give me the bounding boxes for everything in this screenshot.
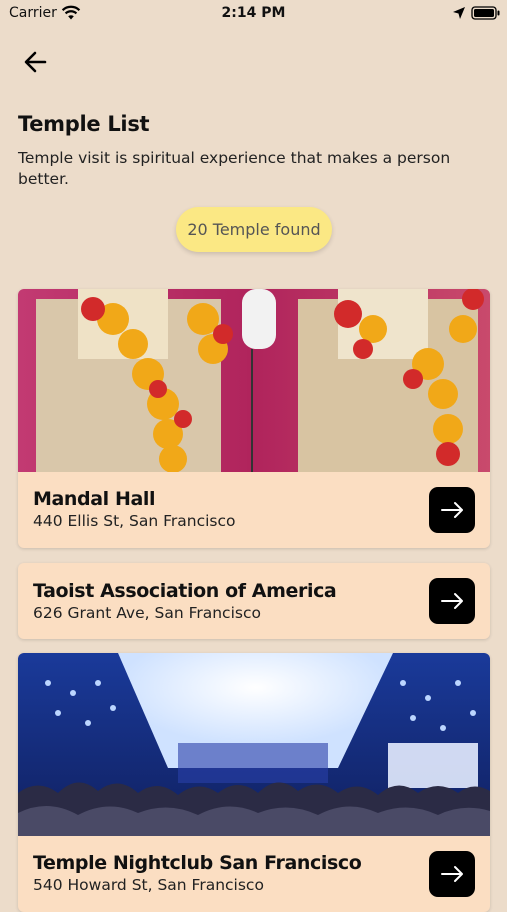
arrow-right-icon xyxy=(441,593,463,609)
arrow-right-icon xyxy=(441,866,463,882)
temple-photo xyxy=(18,653,490,836)
temple-photo xyxy=(18,289,490,472)
temple-address: 540 Howard St, San Francisco xyxy=(33,876,264,894)
page-subtitle: Temple visit is spiritual experience tha… xyxy=(18,149,451,188)
temple-address: 626 Grant Ave, San Francisco xyxy=(33,604,261,622)
back-button[interactable] xyxy=(20,46,52,78)
arrow-left-icon xyxy=(24,51,47,73)
temple-name: Temple Nightclub San Francisco xyxy=(33,852,362,874)
temple-name: Taoist Association of America xyxy=(33,580,337,602)
open-temple-button[interactable] xyxy=(429,578,475,624)
open-temple-button[interactable] xyxy=(429,851,475,897)
temple-card[interactable]: Temple Nightclub San Francisco 540 Howar… xyxy=(18,653,490,912)
temple-name: Mandal Hall xyxy=(33,488,156,510)
status-time: 2:14 PM xyxy=(221,5,286,21)
status-bar: Carrier 2:14 PM xyxy=(0,0,507,28)
location-arrow-icon xyxy=(453,7,465,19)
page-title: Temple List xyxy=(18,112,150,136)
temple-address: 440 Ellis St, San Francisco xyxy=(33,512,236,530)
battery-icon xyxy=(471,6,500,20)
temple-card[interactable]: Mandal Hall 440 Ellis St, San Francisco xyxy=(18,289,490,548)
arrow-right-icon xyxy=(441,502,463,518)
temple-card[interactable]: Taoist Association of America 626 Grant … xyxy=(18,563,490,639)
temple-count-badge: 20 Temple found xyxy=(176,207,332,252)
open-temple-button[interactable] xyxy=(429,487,475,533)
